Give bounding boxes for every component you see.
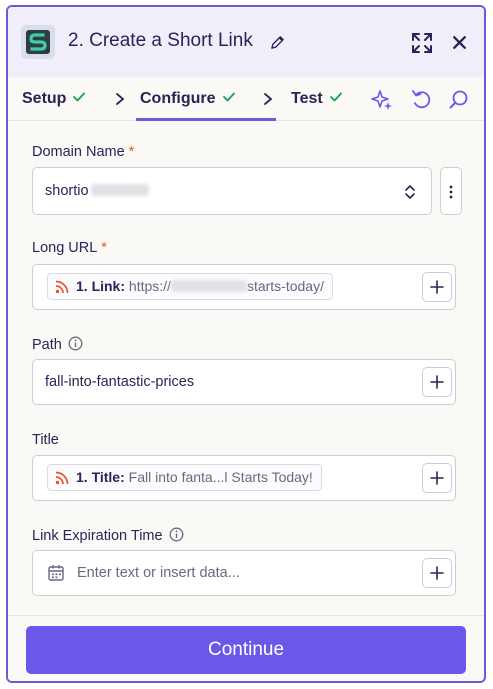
pill-key: 1. Title: [76,469,125,485]
path-label-text: Path [32,337,62,353]
pill-value-start: https:// [128,278,171,294]
link-expiration-label: Link Expiration Time [32,527,184,544]
pill-value-end: starts-today/ [246,278,324,294]
plus-icon [430,471,444,485]
continue-button[interactable]: Continue [26,626,466,674]
insert-data-button[interactable] [422,367,452,397]
rss-feed-icon [55,471,69,485]
plus-icon [430,566,444,580]
pencil-edit-icon[interactable] [270,35,285,50]
tab-test[interactable]: Test [291,77,343,121]
redacted-text [90,184,149,196]
search-icon[interactable] [448,88,470,110]
shortio-app-logo [21,25,55,59]
domain-name-label: Domain Name * [32,144,134,160]
path-label: Path [32,336,83,353]
link-expiration-input[interactable]: Enter text or insert data... [32,550,456,596]
check-icon [222,92,235,102]
info-icon[interactable] [169,527,184,542]
required-asterisk: * [128,144,135,160]
tab-setup[interactable]: Setup [22,77,86,121]
check-icon [73,92,86,102]
plus-icon [430,280,444,294]
insert-data-button[interactable] [422,558,452,588]
chevron-right-icon [116,93,125,105]
undo-icon[interactable] [410,88,432,110]
step-tabs: Setup Configure Test [8,77,484,121]
redacted-text [170,280,247,292]
domain-name-label-text: Domain Name [32,144,125,160]
insert-data-button[interactable] [422,463,452,493]
check-icon [329,92,342,102]
long-url-label: Long URL * [32,240,107,256]
long-url-label-text: Long URL [32,240,98,256]
title-data-pill[interactable]: 1. Title: Fall into fanta...l Starts Tod… [47,464,322,491]
vertical-dots-icon [449,185,453,199]
panel-header: 2. Create a Short Link [8,7,484,77]
tab-configure-label: Configure [140,90,216,107]
calendar-icon [48,565,64,581]
plus-icon [430,375,444,389]
title-input[interactable]: 1. Title: Fall into fanta...l Starts Tod… [32,455,456,501]
title-label-text: Title [32,432,59,448]
sparkle-icon[interactable] [371,88,393,110]
step-title: 2. Create a Short Link [68,30,253,51]
select-arrows-icon [405,185,415,199]
required-asterisk: * [101,240,107,256]
insert-data-button[interactable] [422,272,452,302]
chevron-right-icon [264,93,273,105]
expand-icon[interactable] [411,32,433,54]
active-tab-indicator [136,118,276,121]
link-expiration-label-text: Link Expiration Time [32,528,163,544]
domain-name-select[interactable]: shortio [32,167,432,215]
tab-configure[interactable]: Configure [140,77,236,121]
close-icon[interactable] [451,34,468,51]
pill-key: 1. Link: [76,278,126,294]
tab-test-label: Test [291,90,323,107]
domain-name-value: shortio [45,183,149,199]
info-icon[interactable] [68,336,83,351]
long-url-input[interactable]: 1. Link: https:// starts-today/ [32,264,456,310]
path-input[interactable]: fall-into-fantastic-prices [32,359,456,405]
title-label: Title [32,432,59,448]
rss-feed-icon [55,280,69,294]
step-panel: 2. Create a Short Link Setup Configure T… [6,5,486,683]
path-value: fall-into-fantastic-prices [45,374,195,390]
tab-setup-label: Setup [22,90,67,107]
long-url-data-pill[interactable]: 1. Link: https:// starts-today/ [47,273,333,300]
link-expiration-placeholder: Enter text or insert data... [77,565,240,581]
more-options-button[interactable] [440,167,462,215]
domain-name-value-text: shortio [45,183,89,199]
panel-footer: Continue [8,615,484,681]
pill-value: Fall into fanta...l Starts Today! [128,469,313,485]
